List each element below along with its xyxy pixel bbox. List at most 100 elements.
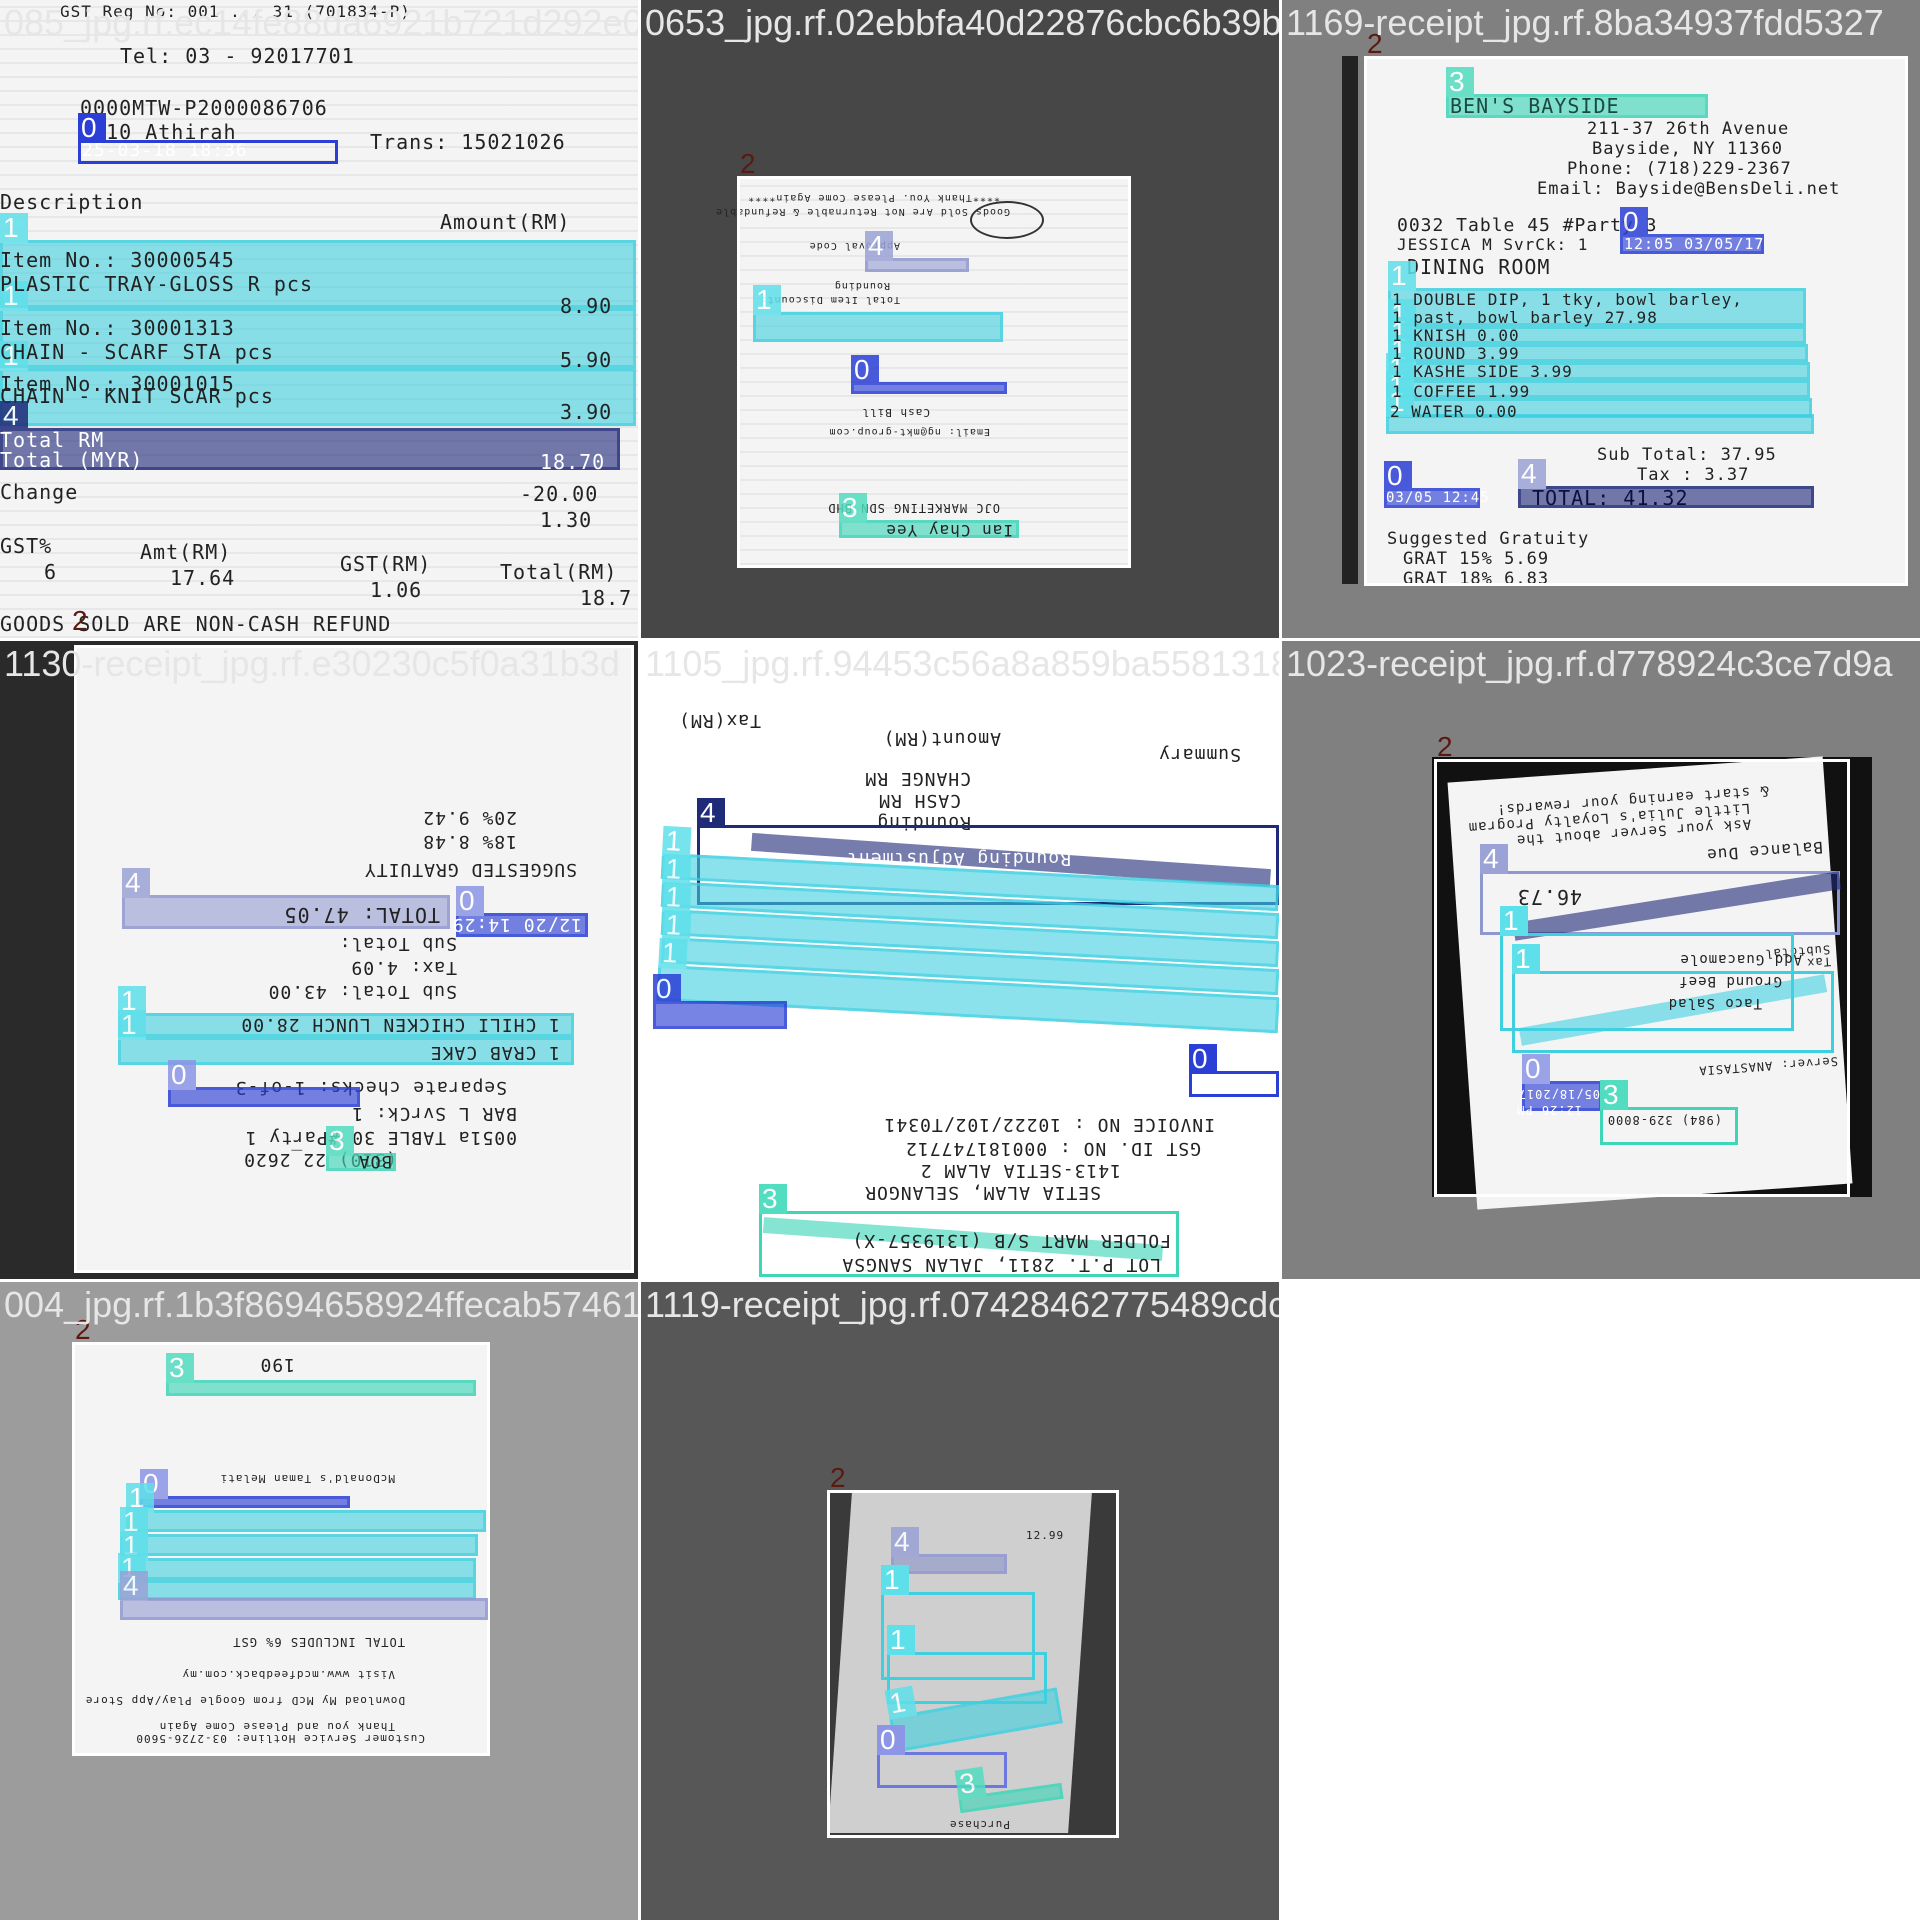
bbox-class-0: 0 [1189, 1044, 1279, 1097]
tile-7: 190 TOTAL INCLUDES 6% GST Visit www.mcdf… [0, 1282, 638, 1920]
receipt-text-line: Trans: 15021026 [370, 130, 566, 154]
tile-9-empty [1282, 1282, 1920, 1920]
receipt-text-line: 05/18/2017 [1517, 1087, 1600, 1101]
receipt-text-line: 17.64 [170, 566, 236, 590]
bbox-tag: 3 [1446, 67, 1474, 97]
annotated-receipt-grid: GST Reg No: 001 ... 31 (701834-P) Tel: 0… [0, 0, 1920, 1920]
bbox-class-2: 2 [74, 641, 634, 1273]
receipt-text-line: Summary [1158, 744, 1241, 765]
bbox-tag: 1 [0, 213, 28, 243]
tile-8: 12.99 Purchase 2 4 1 1 1 0 3 1119-receip… [641, 1282, 1279, 1920]
bbox-class-0: 0 [877, 1725, 1007, 1788]
receipt-text-line: (984) 329-8000 [1606, 1113, 1722, 1127]
receipt-text-line: Tax(RM) [678, 710, 761, 731]
bbox-tag: 0 [456, 886, 484, 916]
receipt-text-line: 1 KASHE SIDE 3.99 [1392, 362, 1573, 381]
receipt-text-line: 6 [44, 560, 58, 584]
receipt-text-line: 1413-SETIA ALAM 2 [919, 1160, 1121, 1181]
receipt-text-line: 12/20 14:29 [451, 914, 582, 935]
bbox-tag: 2 [830, 1462, 846, 1493]
bbox-class-4: 4 [120, 1571, 488, 1620]
receipt-text-line: Ground Beef [1678, 973, 1782, 989]
bbox-tag: 4 [120, 1571, 148, 1601]
tile-filename: 004_jpg.rf.1b3f8694658924ffecab57461e9e [4, 1284, 638, 1325]
bbox-class-0: 0 [851, 355, 1007, 394]
bbox-tag: 2 [740, 148, 756, 179]
receipt-text-line: Description [0, 190, 144, 214]
receipt-text-line: Taco Salad [1667, 995, 1762, 1011]
bbox-tag: 1 [887, 1625, 915, 1655]
bbox-tag: 0 [1522, 1054, 1550, 1084]
bbox-tag: 3 [839, 493, 867, 523]
receipt-text-line: 1.30 [540, 508, 593, 532]
bbox-tag: 4 [1480, 844, 1508, 874]
bbox-tag: 0 [78, 113, 106, 143]
bbox-class-1: 1 [126, 1483, 486, 1532]
receipt-text-line: BEN'S BAYSIDE [1450, 94, 1620, 118]
bbox-tag: 4 [697, 798, 725, 828]
bbox-tag: 0 [1620, 207, 1648, 237]
receipt-text-line: 1 CRAB CAKE [429, 1042, 560, 1063]
receipt-text-line: CHAIN - SCARF STA pcs [0, 340, 274, 364]
bbox-class-3: 3 [166, 1353, 476, 1396]
receipt-text-line: TOTAL: 47.05 [283, 903, 441, 927]
receipt-text-line: Change [0, 480, 79, 504]
tile-5: Tax(RM) Amount(RM) Summary CHANGE RM CAS… [641, 641, 1279, 1279]
bbox-tag: 3 [759, 1184, 787, 1214]
bbox-class-4: 4 [865, 231, 969, 272]
receipt-text-line: CHANGE RM [864, 768, 971, 789]
receipt-text-line: Add Guacamole [1679, 951, 1802, 967]
bbox-tag: 1 [884, 1685, 918, 1720]
receipt-text-line: -20.00 [520, 482, 599, 506]
receipt-text-line: Item No.: 30001313 [0, 316, 235, 340]
receipt-text-line: Amount(RM) [440, 210, 571, 234]
bbox-tag: 0 [1384, 461, 1412, 491]
receipt-text-line: CHAIN - KNIT SCAR pcs [0, 384, 274, 408]
receipt-text-line: 8.90 [560, 294, 613, 318]
receipt-text-line: 1.06 [370, 578, 423, 602]
receipt-text-line: GST% [0, 534, 53, 558]
receipt-text-line: 5.90 [560, 348, 613, 372]
receipt-text-line: INVOICE NO : 10222/102/T0341 [883, 1114, 1215, 1135]
bbox-tag: 0 [1189, 1044, 1217, 1074]
receipt-text-line: 18.70 [540, 450, 606, 474]
bbox-tag: 3 [954, 1766, 987, 1801]
tile-filename: 0653_jpg.rf.02ebbfa40d22876cbc6b39bd1859 [645, 2, 1279, 43]
receipt-text-line: BOA [358, 1151, 392, 1171]
bbox-tag: 0 [653, 974, 681, 1004]
tile-filename: 1105_jpg.rf.94453c56a8a859ba558131824342… [645, 643, 1279, 684]
receipt-text-line: 1 KNISH 0.00 [1392, 326, 1520, 345]
bbox-tag: 4 [865, 231, 893, 261]
receipt-text-line: GOODS SOLD ARE NON-CASH REFUND [0, 612, 392, 636]
receipt-text-line: SETIA ALAM, SELANGOR [864, 1182, 1101, 1203]
bbox-class-1: 1 [118, 1553, 476, 1600]
bbox-class-1: 1 [120, 1531, 476, 1580]
bbox-class-1: 1 [120, 1507, 478, 1556]
receipt-text-line: LOT P.T. 2811, JALAN SANGSA [841, 1254, 1161, 1275]
bbox-tag: 1 [1500, 906, 1528, 936]
tile-filename: 1130-receipt_jpg.rf.e30230c5f0a31b3d [4, 643, 620, 684]
receipt-text-line: Amount(RM) [882, 728, 1001, 749]
receipt-text-line: 12:26 PM [1516, 1103, 1582, 1117]
bbox-tag: 1 [1388, 261, 1416, 291]
tile-4: 20% 9.42 18% 8.48 SUGGESTED GRATUITY Sub… [0, 641, 638, 1279]
receipt-text-line: GST ID. NO : 000181747712 [905, 1138, 1201, 1159]
receipt-text-line: Item No.: 30000545 [0, 248, 235, 272]
receipt-text-line: 03/05 12:45 [1386, 490, 1490, 506]
tile-filename: 1169-receipt_jpg.rf.8ba34937fdd5327 [1286, 2, 1884, 43]
tile-3: 211-37 26th Avenue Bayside, NY 11360 Pho… [1282, 0, 1920, 638]
bbox-tag: 1 [753, 285, 781, 315]
receipt-text-line: GST(RM) [340, 552, 432, 576]
receipt-text-line: 0000MTW-P2000086706 [80, 96, 328, 120]
receipt-text-line: 18.7 [580, 586, 633, 610]
bbox-class-1: 1 [753, 285, 1003, 342]
bbox-tag: 2 [72, 605, 88, 636]
receipt-text-line: 1 ROUND 3.99 [1392, 344, 1520, 363]
tile-filename: 085_jpg.rf.ec14fe88da6921b721d292e06531 [4, 2, 638, 43]
bbox-class-2: 2 [737, 149, 1131, 568]
receipt-text-line: 25-03-18 18:36 [82, 140, 248, 161]
bbox-tag: 1 [1512, 944, 1540, 974]
receipt-text-line: Tel: 03 - 92017701 [120, 44, 355, 68]
bbox-tag: 0 [851, 355, 879, 385]
receipt-text-line: 2 WATER 0.00 [1390, 402, 1518, 421]
